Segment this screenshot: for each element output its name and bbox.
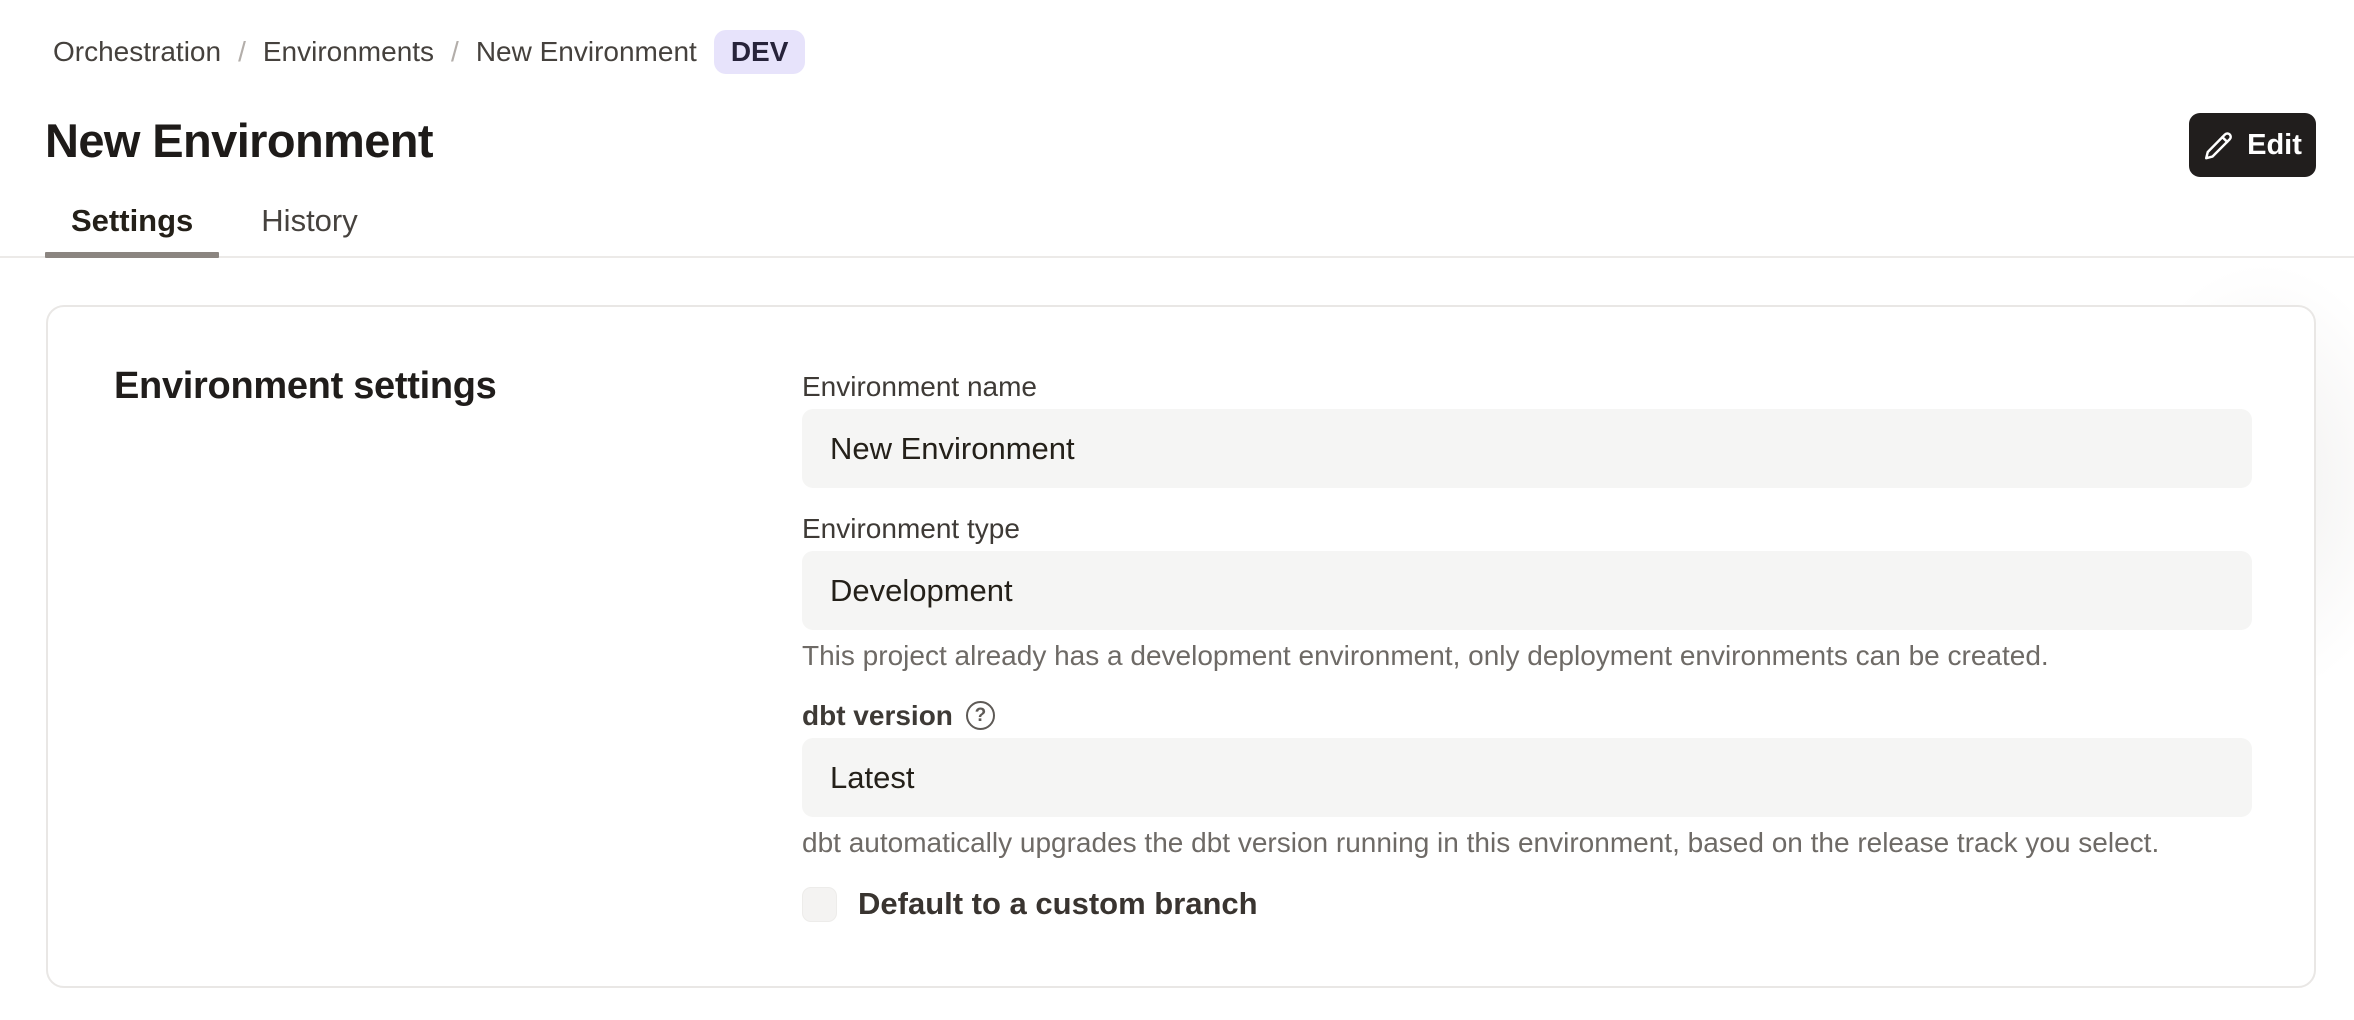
custom-branch-checkbox[interactable] — [802, 887, 837, 922]
tab-bar: Settings History — [0, 203, 2354, 258]
page: Orchestration / Environments / New Envir… — [0, 0, 2354, 1020]
environment-name-label-text: Environment name — [802, 370, 1037, 403]
dbt-version-label-text: dbt version — [802, 699, 953, 732]
breadcrumb: Orchestration / Environments / New Envir… — [53, 30, 805, 74]
tab-settings[interactable]: Settings — [45, 203, 219, 256]
help-icon[interactable]: ? — [966, 701, 995, 730]
edit-button[interactable]: Edit — [2189, 113, 2316, 177]
card-heading: Environment settings — [114, 365, 497, 408]
tab-history[interactable]: History — [235, 203, 383, 256]
dbt-version-label: dbt version ? — [802, 699, 2252, 732]
environment-settings-form: Environment name Environment type This p… — [802, 370, 2252, 922]
breadcrumb-separator: / — [238, 36, 246, 68]
custom-branch-row: Default to a custom branch — [802, 886, 2252, 922]
breadcrumb-new-environment[interactable]: New Environment — [476, 36, 697, 68]
dbt-version-helper: dbt automatically upgrades the dbt versi… — [802, 827, 2252, 859]
dbt-version-input[interactable] — [802, 738, 2252, 817]
environment-type-input[interactable] — [802, 551, 2252, 630]
breadcrumb-environments[interactable]: Environments — [263, 36, 434, 68]
breadcrumb-separator: / — [451, 36, 459, 68]
environment-type-label-text: Environment type — [802, 512, 1020, 545]
edit-button-label: Edit — [2247, 129, 2302, 162]
custom-branch-label[interactable]: Default to a custom branch — [858, 886, 1258, 922]
page-title: New Environment — [45, 113, 433, 168]
pencil-icon — [2203, 130, 2234, 161]
environment-name-input[interactable] — [802, 409, 2252, 488]
environment-settings-card: Environment settings Environment name En… — [46, 305, 2316, 988]
environment-badge: DEV — [714, 30, 806, 74]
breadcrumb-orchestration[interactable]: Orchestration — [53, 36, 221, 68]
environment-name-label: Environment name — [802, 370, 2252, 403]
environment-type-label: Environment type — [802, 512, 2252, 545]
environment-type-helper: This project already has a development e… — [802, 640, 2252, 672]
